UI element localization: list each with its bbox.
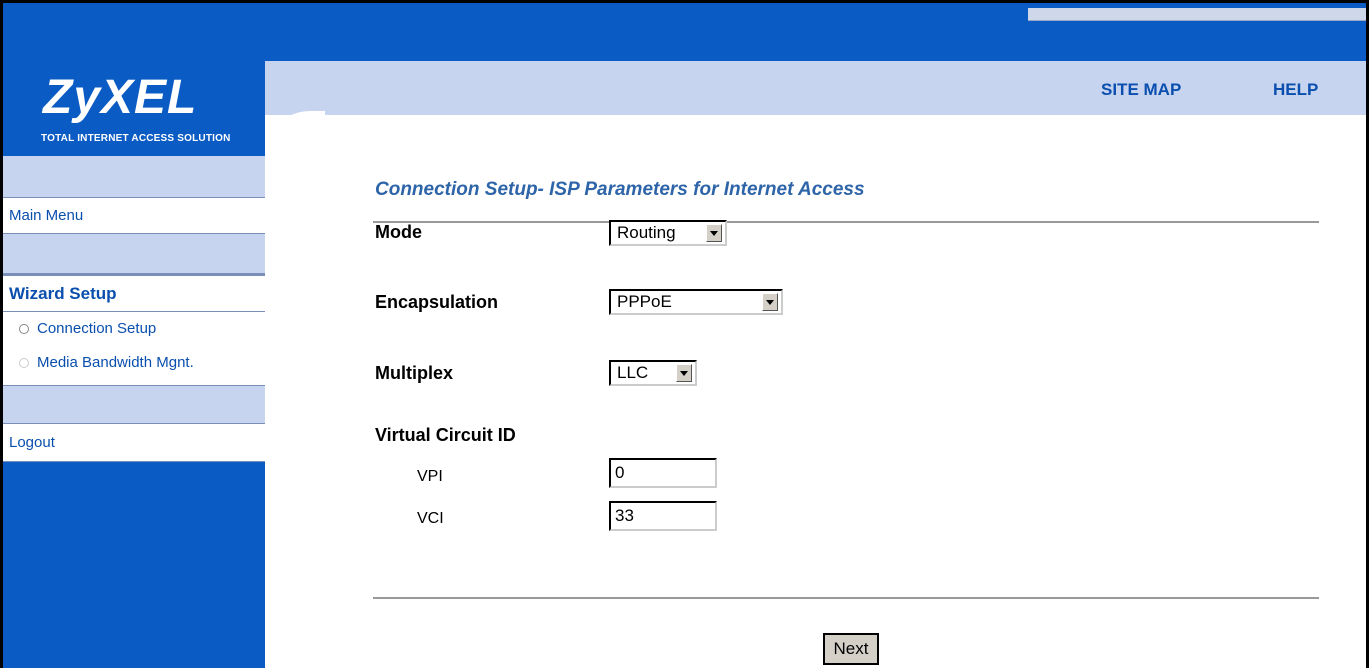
radio-bullet-icon xyxy=(19,324,29,335)
vpi-input[interactable]: 0 xyxy=(609,458,717,488)
site-map-link[interactable]: SITE MAP xyxy=(1101,80,1181,100)
sidebar: Main Menu Wizard Setup Connection Setup … xyxy=(3,156,265,668)
chevron-down-icon[interactable] xyxy=(676,364,692,382)
sidebar-item-label: Connection Setup xyxy=(19,320,156,337)
encapsulation-select[interactable]: PPPoE xyxy=(609,289,783,315)
sidebar-item-logout[interactable]: Logout xyxy=(3,424,265,462)
chevron-down-icon[interactable] xyxy=(706,224,722,242)
bottom-divider xyxy=(373,597,1319,599)
sidebar-item-label: Logout xyxy=(9,434,55,451)
header-band xyxy=(265,61,1366,115)
sidebar-spacer xyxy=(3,234,265,274)
encapsulation-select-value: PPPoE xyxy=(617,292,672,311)
sidebar-item-label: Media Bandwidth Mgnt. xyxy=(19,354,194,371)
brand-logo: ZyXEL TOTAL INTERNET ACCESS SOLUTION xyxy=(3,61,265,156)
sidebar-item-connection-setup[interactable]: Connection Setup xyxy=(3,312,265,346)
encapsulation-label: Encapsulation xyxy=(375,292,499,312)
sidebar-item-media-bandwidth[interactable]: Media Bandwidth Mgnt. xyxy=(3,346,265,386)
mode-select-value: Routing xyxy=(617,223,676,242)
sidebar-spacer xyxy=(3,156,265,198)
chevron-down-icon[interactable] xyxy=(762,293,778,311)
radio-bullet-icon xyxy=(19,358,29,369)
vpi-label: VPI xyxy=(417,468,443,485)
next-button[interactable]: Next xyxy=(823,633,879,665)
help-link[interactable]: HELP xyxy=(1273,80,1318,100)
sidebar-item-label: Main Menu xyxy=(9,207,84,224)
multiplex-select[interactable]: LLC xyxy=(609,360,697,386)
browser-frame: ZyXEL TOTAL INTERNET ACCESS SOLUTION SIT… xyxy=(0,0,1369,668)
multiplex-select-value: LLC xyxy=(617,363,649,382)
mode-select[interactable]: Routing xyxy=(609,220,727,246)
content-corner xyxy=(265,111,325,171)
multiplex-label: Multiplex xyxy=(375,363,454,383)
page-title: Connection Setup- ISP Parameters for Int… xyxy=(375,179,865,200)
top-divider xyxy=(373,221,1319,223)
logo-text: ZyXEL xyxy=(43,71,198,124)
vci-label: VCI xyxy=(417,510,444,527)
sidebar-item-label: Wizard Setup xyxy=(9,284,117,303)
top-scroll-strip xyxy=(1028,8,1366,21)
mode-label: Mode xyxy=(375,222,422,242)
sidebar-item-main-menu[interactable]: Main Menu xyxy=(3,198,265,234)
top-bar xyxy=(3,3,1366,61)
logo-tagline: TOTAL INTERNET ACCESS SOLUTION xyxy=(41,133,231,144)
sidebar-item-wizard-setup[interactable]: Wizard Setup xyxy=(3,274,265,312)
vci-input[interactable]: 33 xyxy=(609,501,717,531)
virtual-circuit-label: Virtual Circuit ID xyxy=(375,425,516,445)
sidebar-spacer xyxy=(3,386,265,424)
